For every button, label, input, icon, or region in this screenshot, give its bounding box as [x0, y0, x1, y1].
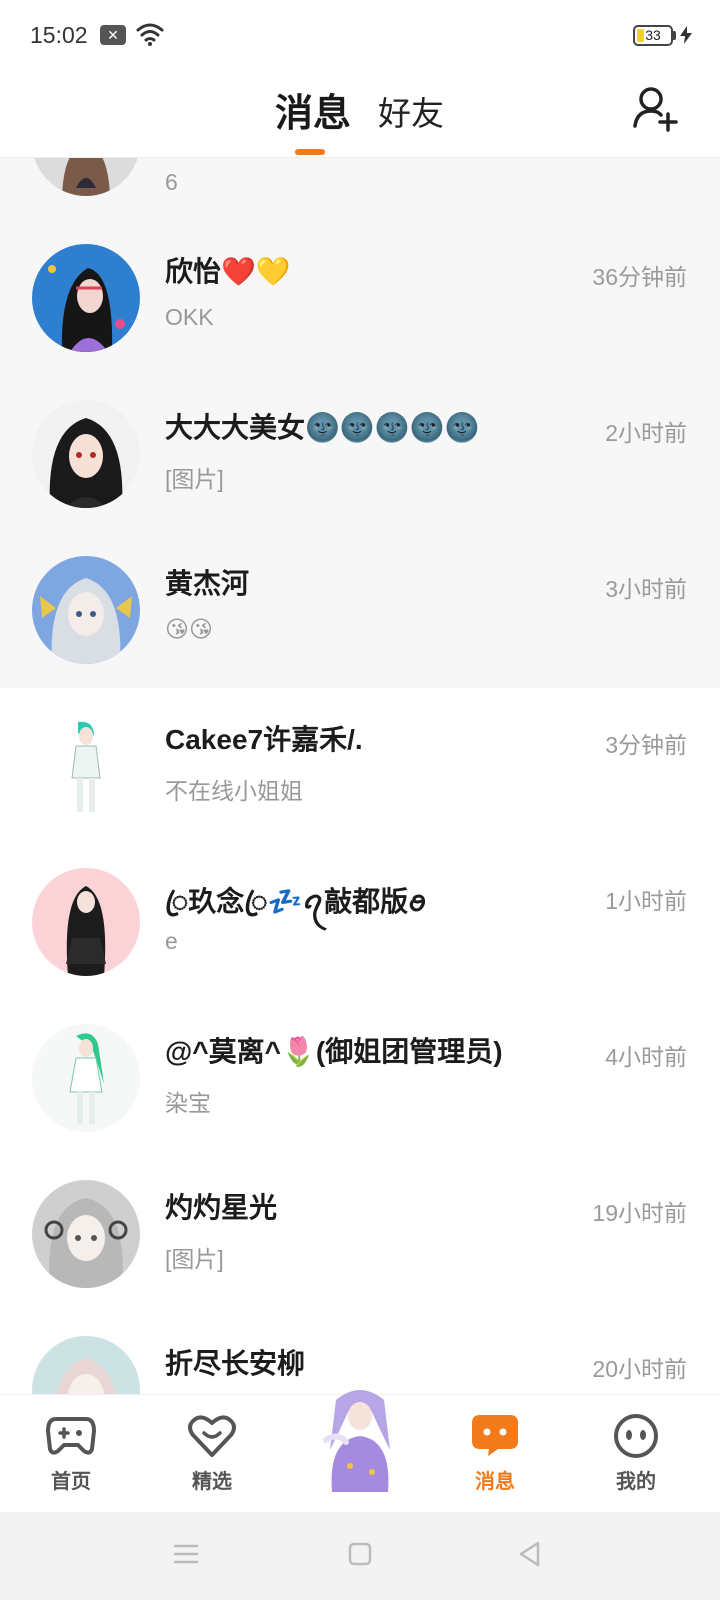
battery-level: 33: [645, 27, 661, 43]
center-character-button[interactable]: [310, 1380, 410, 1492]
smiley-face-icon: [614, 1414, 658, 1458]
charging-bolt-icon: [680, 26, 692, 44]
nav-messages[interactable]: 消息: [445, 1395, 545, 1513]
nav-profile[interactable]: 我的: [586, 1395, 686, 1513]
list-item[interactable]: 大大大美女🌚🌚🌚🌚🌚 [图片] 2小时前: [0, 376, 720, 532]
list-item[interactable]: 6: [0, 158, 720, 220]
message-time: 2小时前: [605, 420, 687, 446]
menu-icon[interactable]: [172, 1540, 200, 1568]
message-preview: 不在线小姐姐: [165, 778, 303, 804]
list-item[interactable]: @^莫离^🌷(御姐团管理员) 染宝 4小时前: [0, 1000, 720, 1156]
avatar: [32, 400, 140, 508]
chat-bubble-icon: [472, 1415, 518, 1456]
message-preview: OKK: [165, 304, 214, 330]
battery-icon: 33: [633, 25, 673, 46]
conversation-list[interactable]: 6 欣怡❤️💛 OKK 36分钟前 大大大美女🌚🌚🌚🌚🌚 [图片] 2小时前 黄…: [0, 158, 720, 1394]
nav-label: 精选: [192, 1471, 232, 1493]
gamepad-icon: [46, 1417, 96, 1455]
home-square-icon[interactable]: [346, 1540, 374, 1568]
header: 消息 好友: [0, 70, 720, 158]
message-preview: [图片]: [165, 1246, 224, 1272]
contact-name: 大大大美女🌚🌚🌚🌚🌚: [165, 412, 480, 443]
avatar: [32, 868, 140, 976]
contact-name: 黄杰河: [165, 568, 250, 599]
message-preview: 😘😘: [165, 616, 213, 642]
avatar: [32, 1180, 140, 1288]
message-time: 1小时前: [605, 888, 687, 914]
contact-name: @^莫离^🌷(御姐团管理员): [165, 1036, 503, 1067]
nav-featured[interactable]: 精选: [162, 1395, 262, 1513]
list-item[interactable]: 灼灼星光 [图片] 19小时前: [0, 1156, 720, 1312]
avatar: [32, 158, 140, 196]
close-square-icon: ✕: [100, 25, 126, 45]
status-bar: 15:02 ✕ 33: [0, 0, 720, 70]
heart-chat-icon: [188, 1415, 236, 1457]
message-time: 3分钟前: [605, 732, 687, 758]
avatar: [32, 712, 140, 820]
avatar: [32, 1024, 140, 1132]
message-preview: [图片]: [165, 466, 224, 492]
tab-friends[interactable]: 好友: [378, 87, 444, 135]
contact-name: 折尽长安柳: [165, 1348, 306, 1379]
system-nav-bar: [0, 1512, 720, 1600]
message-preview: e: [165, 928, 178, 954]
avatar: [32, 556, 140, 664]
nav-label: 首页: [51, 1471, 91, 1493]
contact-name: 欣怡❤️💛: [165, 256, 291, 287]
tab-messages[interactable]: 消息: [275, 82, 351, 137]
contact-name: Cakee7许嘉禾/.: [165, 724, 363, 755]
back-triangle-icon[interactable]: [516, 1540, 544, 1568]
list-item[interactable]: 黄杰河 😘😘 3小时前: [0, 532, 720, 688]
nav-home[interactable]: 首页: [21, 1395, 121, 1513]
message-time: 36分钟前: [592, 264, 687, 290]
add-friend-icon[interactable]: [632, 84, 680, 132]
message-time: 20小时前: [592, 1356, 687, 1382]
contact-name: 灼灼星光: [165, 1192, 278, 1223]
list-item[interactable]: Cakee7许嘉禾/. 不在线小姐姐 3分钟前: [0, 688, 720, 844]
message-time: 4小时前: [605, 1044, 687, 1070]
avatar: [32, 244, 140, 352]
active-tab-indicator: [295, 149, 325, 155]
battery-tip: [673, 31, 676, 40]
message-time: 3小时前: [605, 576, 687, 602]
message-preview: 染宝: [165, 1090, 211, 1116]
wifi-icon: [136, 23, 164, 46]
message-time: 19小时前: [592, 1200, 687, 1226]
list-item[interactable]: 欣怡❤️💛 OKK 36分钟前: [0, 220, 720, 376]
contact-name: ꦿ玖念ꦿ💤ꪖ敲都版ꪮ: [165, 886, 427, 917]
nav-label: 我的: [616, 1471, 656, 1493]
avatar: [32, 1336, 140, 1394]
list-item[interactable]: ꦿ玖念ꦿ💤ꪖ敲都版ꪮ e 1小时前: [0, 844, 720, 1000]
message-preview: 6: [165, 169, 178, 195]
status-time: 15:02: [30, 22, 88, 48]
nav-label: 消息: [475, 1471, 515, 1493]
